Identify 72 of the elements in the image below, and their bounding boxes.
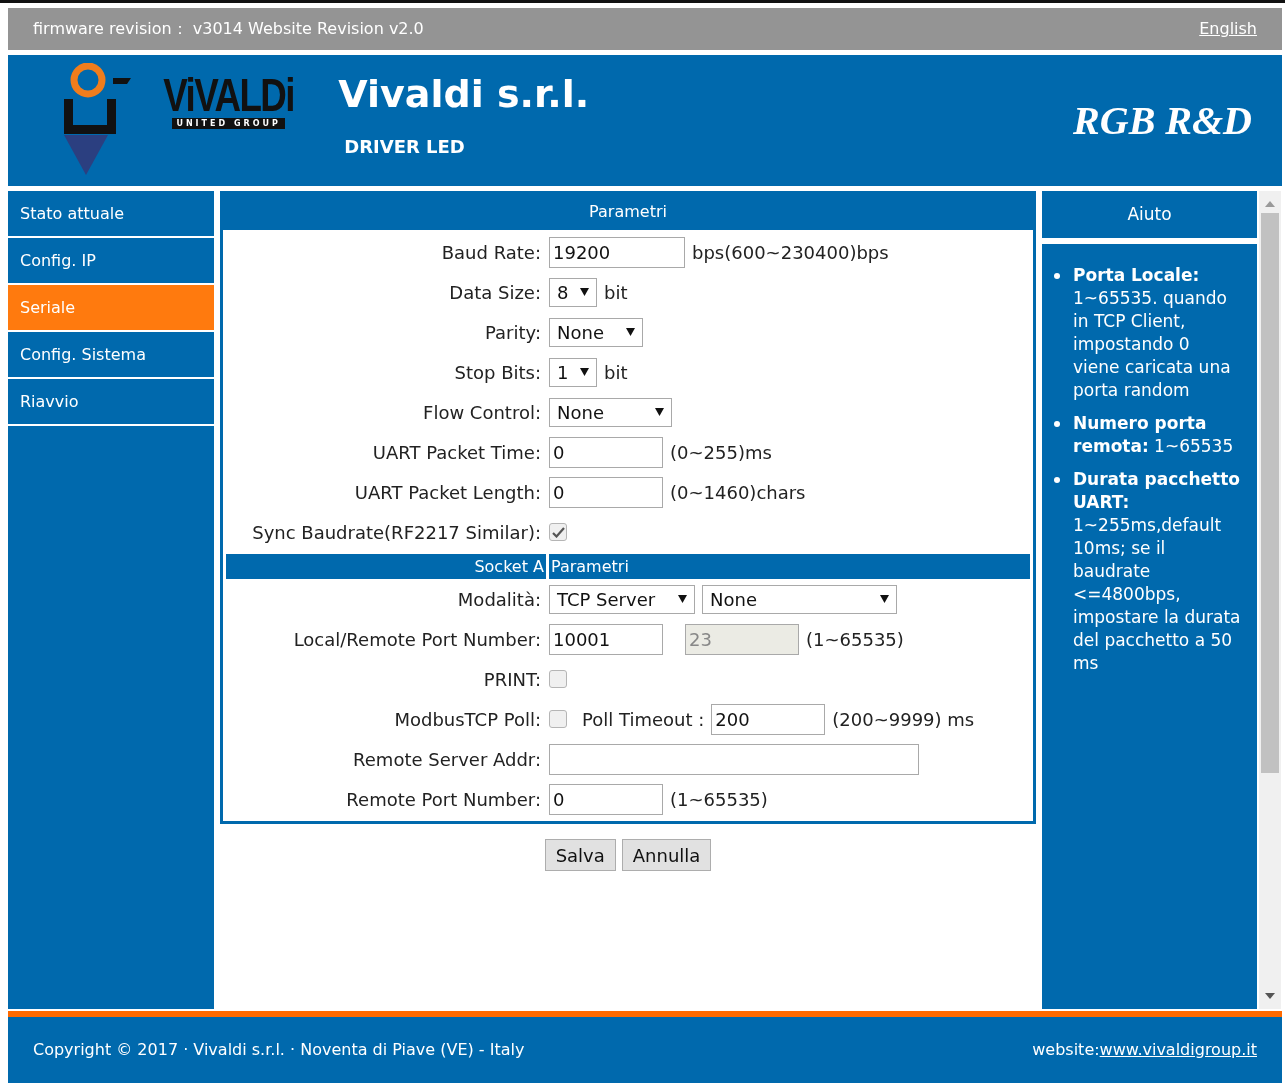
field-label: ModbusTCP Poll: (393, 707, 541, 732)
hint-text: bit (604, 360, 628, 385)
caret-icon (580, 368, 589, 376)
bullet-icon (1054, 273, 1060, 279)
field-label: Parity: (484, 320, 541, 345)
section-header: Socket A (226, 554, 546, 579)
help-title: Aiuto (1042, 191, 1257, 238)
hint-text: (1~65535) (806, 627, 904, 652)
hint-text: (0~1460)chars (670, 480, 806, 505)
logo-wordmark: ViVALDi (163, 72, 294, 118)
bullet-icon (1054, 421, 1060, 427)
form-button[interactable]: Annulla (621, 839, 712, 871)
field-label: Flow Control: (422, 400, 541, 425)
input-field[interactable]: 200 (711, 703, 826, 735)
sidebar-item[interactable]: Stato attuale (8, 191, 214, 238)
field-label: Baud Rate: (440, 240, 541, 265)
product-subtitle: DRIVER LED (344, 134, 466, 159)
checkbox[interactable] (549, 710, 567, 728)
checkbox[interactable] (549, 523, 567, 541)
hint-text: (1~65535) (670, 787, 768, 812)
company-title: Vivaldi s.r.l. (338, 71, 590, 119)
dropdown[interactable]: None (702, 584, 897, 614)
field-label: Remote Server Addr: (352, 747, 541, 772)
firmware-text: firmware revision： v3014 Website Revision v2.0 (33, 18, 424, 40)
input-field[interactable]: 19200 (549, 236, 685, 268)
dropdown[interactable]: 1 (549, 357, 597, 387)
field-label: Sync Baudrate(RF2217 Similar): (251, 520, 541, 545)
caret-icon (655, 408, 664, 416)
form-button[interactable]: Salva (544, 839, 616, 871)
sidebar-item[interactable]: Config. Sistema (8, 332, 214, 379)
website-label: website: (1032, 1039, 1100, 1061)
hint-text: bit (604, 280, 628, 305)
input-field[interactable]: 0 (549, 436, 663, 468)
checkbox[interactable] (549, 670, 567, 688)
brand-title: RGB R&D (1073, 96, 1252, 145)
field-label: Stop Bits: (453, 360, 541, 385)
caret-icon (678, 595, 687, 603)
website-link[interactable]: www.vivaldigroup.it (1099, 1038, 1257, 1062)
input-field[interactable]: 0 (549, 783, 663, 815)
field-label: Remote Port Number: (345, 787, 541, 812)
bullet-icon (1054, 477, 1060, 483)
help-text: Durata pacchetto UART: 1~255ms,default 10ms; se il baudrate <=4800bps, impostare la durata del pacchetto a 50 ms (1073, 468, 1241, 675)
caret-icon (880, 595, 889, 603)
dropdown[interactable]: TCP Server (549, 584, 695, 614)
input-field[interactable]: 10001 (549, 623, 663, 655)
panel-title: Parametri (223, 194, 1033, 230)
help-text: Numero porta remota: 1~65535 (1073, 412, 1235, 458)
field-label: UART Packet Length: (353, 480, 541, 505)
scrollbar[interactable] (1259, 191, 1281, 1009)
hint-text: (200~9999) ms (832, 707, 975, 732)
dropdown[interactable]: None (549, 317, 643, 347)
input-field[interactable] (549, 743, 919, 775)
field-label: Poll Timeout : (582, 707, 705, 732)
hint-text: (0~255)ms (670, 440, 772, 465)
field-label: Data Size: (448, 280, 541, 305)
logo-tagline: UNITED GROUP (172, 118, 285, 129)
input-field[interactable]: 0 (549, 476, 663, 508)
caret-icon (626, 328, 635, 336)
scroll-up-icon[interactable] (1265, 201, 1275, 207)
hint-text: bps(600~230400)bps (692, 240, 889, 265)
field-label: Local/Remote Port Number: (292, 627, 541, 652)
dropdown[interactable]: None (549, 397, 672, 427)
field-label: UART Packet Time: (371, 440, 541, 465)
field-label: PRINT: (482, 667, 541, 692)
section-header: Parametri (549, 554, 1030, 579)
caret-icon (580, 288, 589, 296)
scroll-down-icon[interactable] (1265, 993, 1275, 999)
field-label: Modalità: (456, 587, 541, 612)
copyright-text: Copyright © 2017 · Vivaldi s.r.l. · Noventa di Piave (VE) - Italy (33, 1039, 525, 1061)
help-text: Porta Locale: 1~65535. quando in TCP Client, impostando 0 viene caricata una porta random (1073, 264, 1232, 402)
dropdown[interactable]: 8 (549, 277, 597, 307)
sidebar-item[interactable]: Riavvio (8, 379, 214, 426)
